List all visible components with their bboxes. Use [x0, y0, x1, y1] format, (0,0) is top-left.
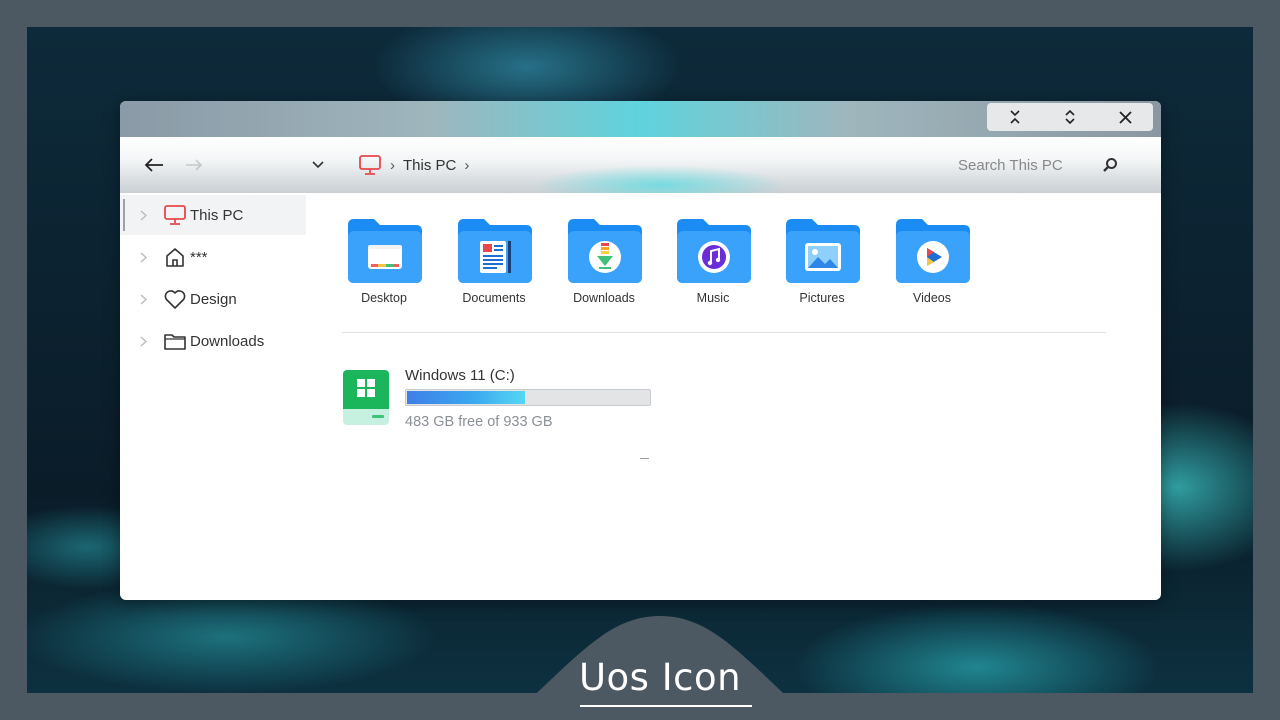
- home-icon: [163, 245, 187, 269]
- chevron-right-icon[interactable]: [138, 334, 148, 348]
- chevron-right-icon[interactable]: [138, 292, 148, 306]
- drive-usage-bar: [405, 389, 651, 406]
- search-box[interactable]: [940, 151, 1130, 179]
- banner-underline: [580, 705, 752, 707]
- window-controls: [987, 103, 1153, 131]
- sidebar-item-label: Downloads: [190, 332, 265, 350]
- minimize-button[interactable]: [987, 103, 1042, 131]
- desktop-folder-icon: [348, 219, 422, 283]
- folder-desktop[interactable]: Desktop: [334, 215, 434, 315]
- chevron-right-icon[interactable]: [138, 208, 148, 222]
- folder-downloads[interactable]: Downloads: [554, 215, 654, 315]
- collapse-icon: [1010, 110, 1020, 124]
- videos-folder-icon: [896, 219, 970, 283]
- expand-icon: [1065, 110, 1075, 124]
- documents-folder-icon: [458, 219, 532, 283]
- folder-documents[interactable]: Documents: [444, 215, 544, 315]
- folder-videos[interactable]: Videos: [882, 215, 982, 315]
- search-icon: [1103, 158, 1117, 172]
- close-icon: [1119, 110, 1132, 124]
- pictures-folder-icon: [786, 219, 860, 283]
- drive-usage-fill: [407, 391, 525, 404]
- music-folder-icon: [677, 219, 751, 283]
- folder-label: Downloads: [573, 291, 635, 305]
- sidebar-item-label: Design: [190, 290, 237, 308]
- breadcrumb-separator: ›: [390, 156, 395, 174]
- breadcrumb: › This PC ›: [358, 151, 469, 179]
- folder-music[interactable]: Music: [663, 215, 763, 315]
- chevron-down-icon: [312, 161, 324, 169]
- monitor-icon[interactable]: [358, 154, 382, 176]
- arrow-left-icon: [144, 158, 163, 172]
- search-button[interactable]: [1100, 155, 1120, 175]
- forward-button[interactable]: [182, 153, 206, 177]
- folders-grid: Desktop Documents Downloads Music Pictur…: [334, 215, 1034, 315]
- monitor-icon: [163, 203, 187, 227]
- sidebar-item-downloads[interactable]: Downloads: [120, 321, 306, 361]
- sidebar-item-home[interactable]: ***: [120, 237, 306, 277]
- drive-name: Windows 11 (C:): [405, 367, 515, 384]
- folder-label: Music: [696, 291, 730, 305]
- recent-locations-button[interactable]: [308, 155, 328, 175]
- resize-handle[interactable]: [640, 458, 649, 459]
- close-button[interactable]: [1098, 103, 1153, 131]
- breadcrumb-separator[interactable]: ›: [464, 157, 469, 174]
- section-divider: [342, 332, 1106, 333]
- folder-label: Desktop: [361, 291, 407, 305]
- chevron-right-icon[interactable]: [138, 250, 148, 264]
- search-input[interactable]: [958, 156, 1118, 174]
- maximize-button[interactable]: [1042, 103, 1097, 131]
- sidebar-item-design[interactable]: Design: [120, 279, 306, 319]
- drive-free-space: 483 GB free of 933 GB: [405, 414, 553, 430]
- title-bar[interactable]: [120, 101, 1161, 137]
- drive-icon: [343, 370, 389, 425]
- folder-label: Videos: [913, 291, 951, 305]
- toolbar: › This PC ›: [120, 137, 1161, 193]
- folder-pictures[interactable]: Pictures: [772, 215, 872, 315]
- heart-icon: [163, 287, 187, 311]
- drive-c[interactable]: Windows 11 (C:) 483 GB free of 933 GB: [342, 363, 662, 433]
- sidebar-item-this-pc[interactable]: This PC: [120, 195, 306, 235]
- navigation-pane: This PC *** Design Downloads: [120, 193, 306, 600]
- sidebar-item-label: ***: [190, 248, 208, 266]
- folder-outline-icon: [163, 329, 187, 353]
- file-explorer-window: › This PC › This PC ***: [120, 101, 1161, 600]
- folder-label: Documents: [462, 291, 526, 305]
- downloads-folder-icon: [568, 219, 642, 283]
- banner-title: Uos Icon: [578, 656, 742, 699]
- breadcrumb-this-pc[interactable]: This PC: [403, 157, 456, 174]
- folder-label: Pictures: [799, 291, 845, 305]
- arrow-right-icon: [186, 159, 203, 171]
- sidebar-item-label: This PC: [190, 206, 244, 224]
- back-button[interactable]: [140, 153, 168, 177]
